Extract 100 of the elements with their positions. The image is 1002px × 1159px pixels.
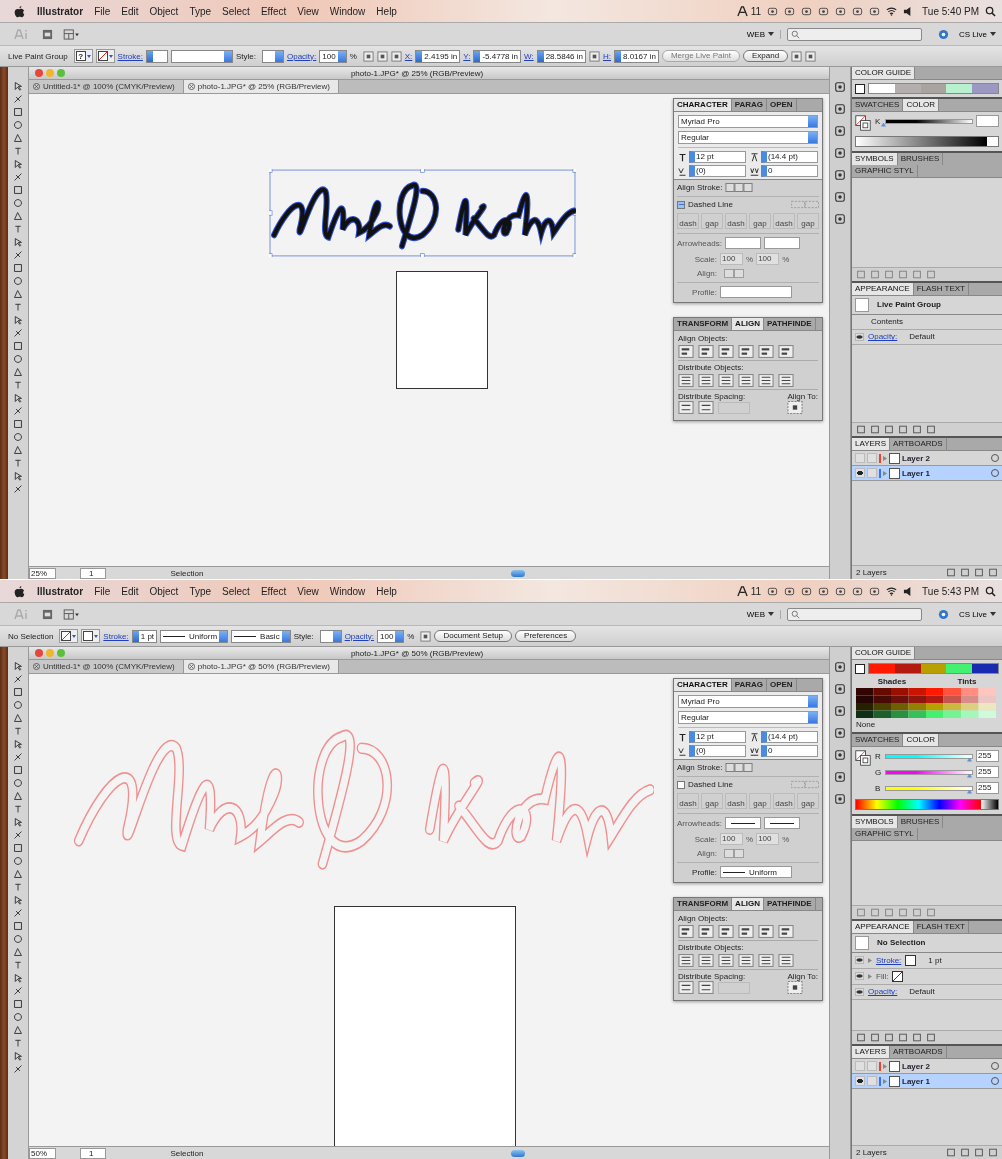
lock-toggle[interactable]: [867, 468, 877, 479]
panel-icon[interactable]: [834, 81, 846, 93]
panel-tab[interactable]: SYMBOLS: [852, 816, 898, 828]
align-to-icon[interactable]: [787, 981, 804, 994]
control-link[interactable]: H:: [603, 51, 611, 61]
menu-item[interactable]: File: [94, 585, 111, 597]
control-icon[interactable]: [362, 50, 374, 62]
panel-tab[interactable]: CHARACTER: [674, 679, 732, 691]
tool-icon[interactable]: [13, 458, 23, 468]
tool-icon[interactable]: [13, 471, 23, 481]
align-to-icon[interactable]: [787, 401, 804, 414]
control-icon[interactable]: [589, 50, 600, 62]
panel-icon[interactable]: [834, 125, 846, 137]
current-color-swatch[interactable]: [855, 663, 865, 674]
menu-item[interactable]: Help: [376, 5, 397, 17]
layer-row[interactable]: Layer 1: [852, 466, 1002, 482]
font-style-dropdown[interactable]: Regular: [678, 711, 818, 724]
control-link[interactable]: X:: [404, 51, 413, 61]
tool-icon[interactable]: [13, 81, 23, 91]
control-link[interactable]: Stroke:: [117, 51, 143, 61]
menu-item[interactable]: Object: [149, 585, 179, 597]
close-tab-icon[interactable]: [33, 83, 40, 90]
panel-icon[interactable]: [834, 771, 846, 783]
distribute-icon[interactable]: [738, 954, 754, 967]
align-icon[interactable]: [738, 345, 754, 358]
appearance-attribute-link[interactable]: Opacity:: [868, 332, 898, 342]
status-icon[interactable]: [784, 5, 796, 17]
panel-tab[interactable]: SYMBOLS: [852, 153, 898, 165]
tool-icon[interactable]: [13, 752, 23, 762]
tool-icon[interactable]: [13, 908, 23, 918]
arrowhead-dropdown[interactable]: [763, 817, 800, 829]
eye-icon[interactable]: [855, 987, 864, 996]
spacing-icon[interactable]: [698, 981, 714, 994]
spin-field[interactable]: [145, 49, 168, 63]
layer-row[interactable]: Layer 1: [852, 1074, 1002, 1089]
panel-tab[interactable]: GRAPHIC STYL: [852, 828, 918, 840]
document-tab[interactable]: photo-1.JPG* @ 50% (RGB/Preview): [183, 660, 339, 673]
color-spectrum[interactable]: [855, 136, 999, 147]
tool-icon[interactable]: [13, 224, 23, 234]
panel-tab[interactable]: CHARACTER: [674, 99, 732, 111]
kerning-field[interactable]: (0): [689, 745, 746, 757]
leading-field[interactable]: (14.4 pt): [761, 151, 818, 163]
control-icon[interactable]: [420, 630, 432, 642]
search-field[interactable]: [787, 27, 922, 41]
workspace-switcher[interactable]: WEB: [740, 29, 781, 39]
dash-field[interactable]: dash: [773, 793, 795, 809]
status-icon[interactable]: [801, 5, 813, 17]
caret-icon[interactable]: [990, 32, 996, 36]
close-tab-icon[interactable]: [187, 663, 195, 670]
dash-field[interactable]: dash: [725, 213, 747, 229]
control-link[interactable]: Opacity:: [344, 631, 374, 641]
panel-icon[interactable]: [834, 169, 846, 181]
bridge-icon[interactable]: [42, 28, 53, 40]
menu-item[interactable]: Window: [329, 585, 366, 597]
panel-icon[interactable]: [834, 147, 846, 159]
status-icon[interactable]: [869, 585, 881, 597]
menu-item[interactable]: Edit: [121, 585, 139, 597]
tool-icon[interactable]: [13, 172, 23, 182]
status-icon[interactable]: [784, 585, 796, 597]
menu-item[interactable]: Effect: [260, 585, 287, 597]
workspace-switcher[interactable]: WEB: [740, 609, 781, 619]
cs-live-menu[interactable]: CS Live: [959, 29, 996, 39]
align-icon[interactable]: [718, 345, 734, 358]
tool-icon[interactable]: [13, 94, 23, 104]
caret-icon[interactable]: [768, 612, 774, 616]
panel-tab[interactable]: LAYERS: [852, 438, 890, 451]
eye-icon[interactable]: [855, 972, 864, 981]
visibility-toggle[interactable]: [855, 1061, 865, 1071]
color-swatch[interactable]: ?: [73, 49, 93, 63]
artboard-field[interactable]: 1: [80, 1147, 107, 1159]
none-swatch[interactable]: [892, 970, 904, 982]
menu-item[interactable]: Edit: [121, 5, 139, 17]
menu-item[interactable]: File: [94, 5, 111, 17]
menu-item[interactable]: Type: [189, 5, 212, 17]
scale-field[interactable]: 100: [756, 253, 780, 265]
fill-stroke-icon[interactable]: [855, 750, 871, 766]
tool-icon[interactable]: [13, 302, 23, 312]
dash-field[interactable]: dash: [677, 213, 699, 229]
close-tab-icon[interactable]: [187, 83, 195, 90]
tool-icon[interactable]: [13, 804, 23, 814]
scrollbar-thumb[interactable]: [511, 1149, 526, 1157]
menu-item[interactable]: Select: [222, 5, 250, 17]
menu-item[interactable]: Help: [376, 585, 397, 597]
control-button[interactable]: Preferences: [515, 630, 577, 642]
panel-icon[interactable]: [834, 727, 846, 739]
channel-value-field[interactable]: [976, 115, 999, 127]
menu-item[interactable]: View: [297, 5, 319, 17]
align-icon[interactable]: [698, 345, 714, 358]
appearance-attribute-link[interactable]: Opacity:: [868, 987, 898, 997]
search-icon[interactable]: [985, 5, 996, 17]
tool-icon[interactable]: [13, 830, 23, 840]
document-tab[interactable]: Untitled-1* @ 100% (CMYK/Preview): [29, 660, 184, 673]
cs-live-icon[interactable]: [938, 28, 949, 40]
appearance-attribute-link[interactable]: Fill:: [876, 971, 889, 981]
distribute-icon[interactable]: [778, 374, 794, 387]
panel-icon[interactable]: [834, 103, 846, 115]
control-link[interactable]: W:: [524, 51, 534, 61]
distribute-icon[interactable]: [738, 374, 754, 387]
panel-icon[interactable]: [834, 705, 846, 717]
tool-icon[interactable]: [13, 315, 23, 325]
